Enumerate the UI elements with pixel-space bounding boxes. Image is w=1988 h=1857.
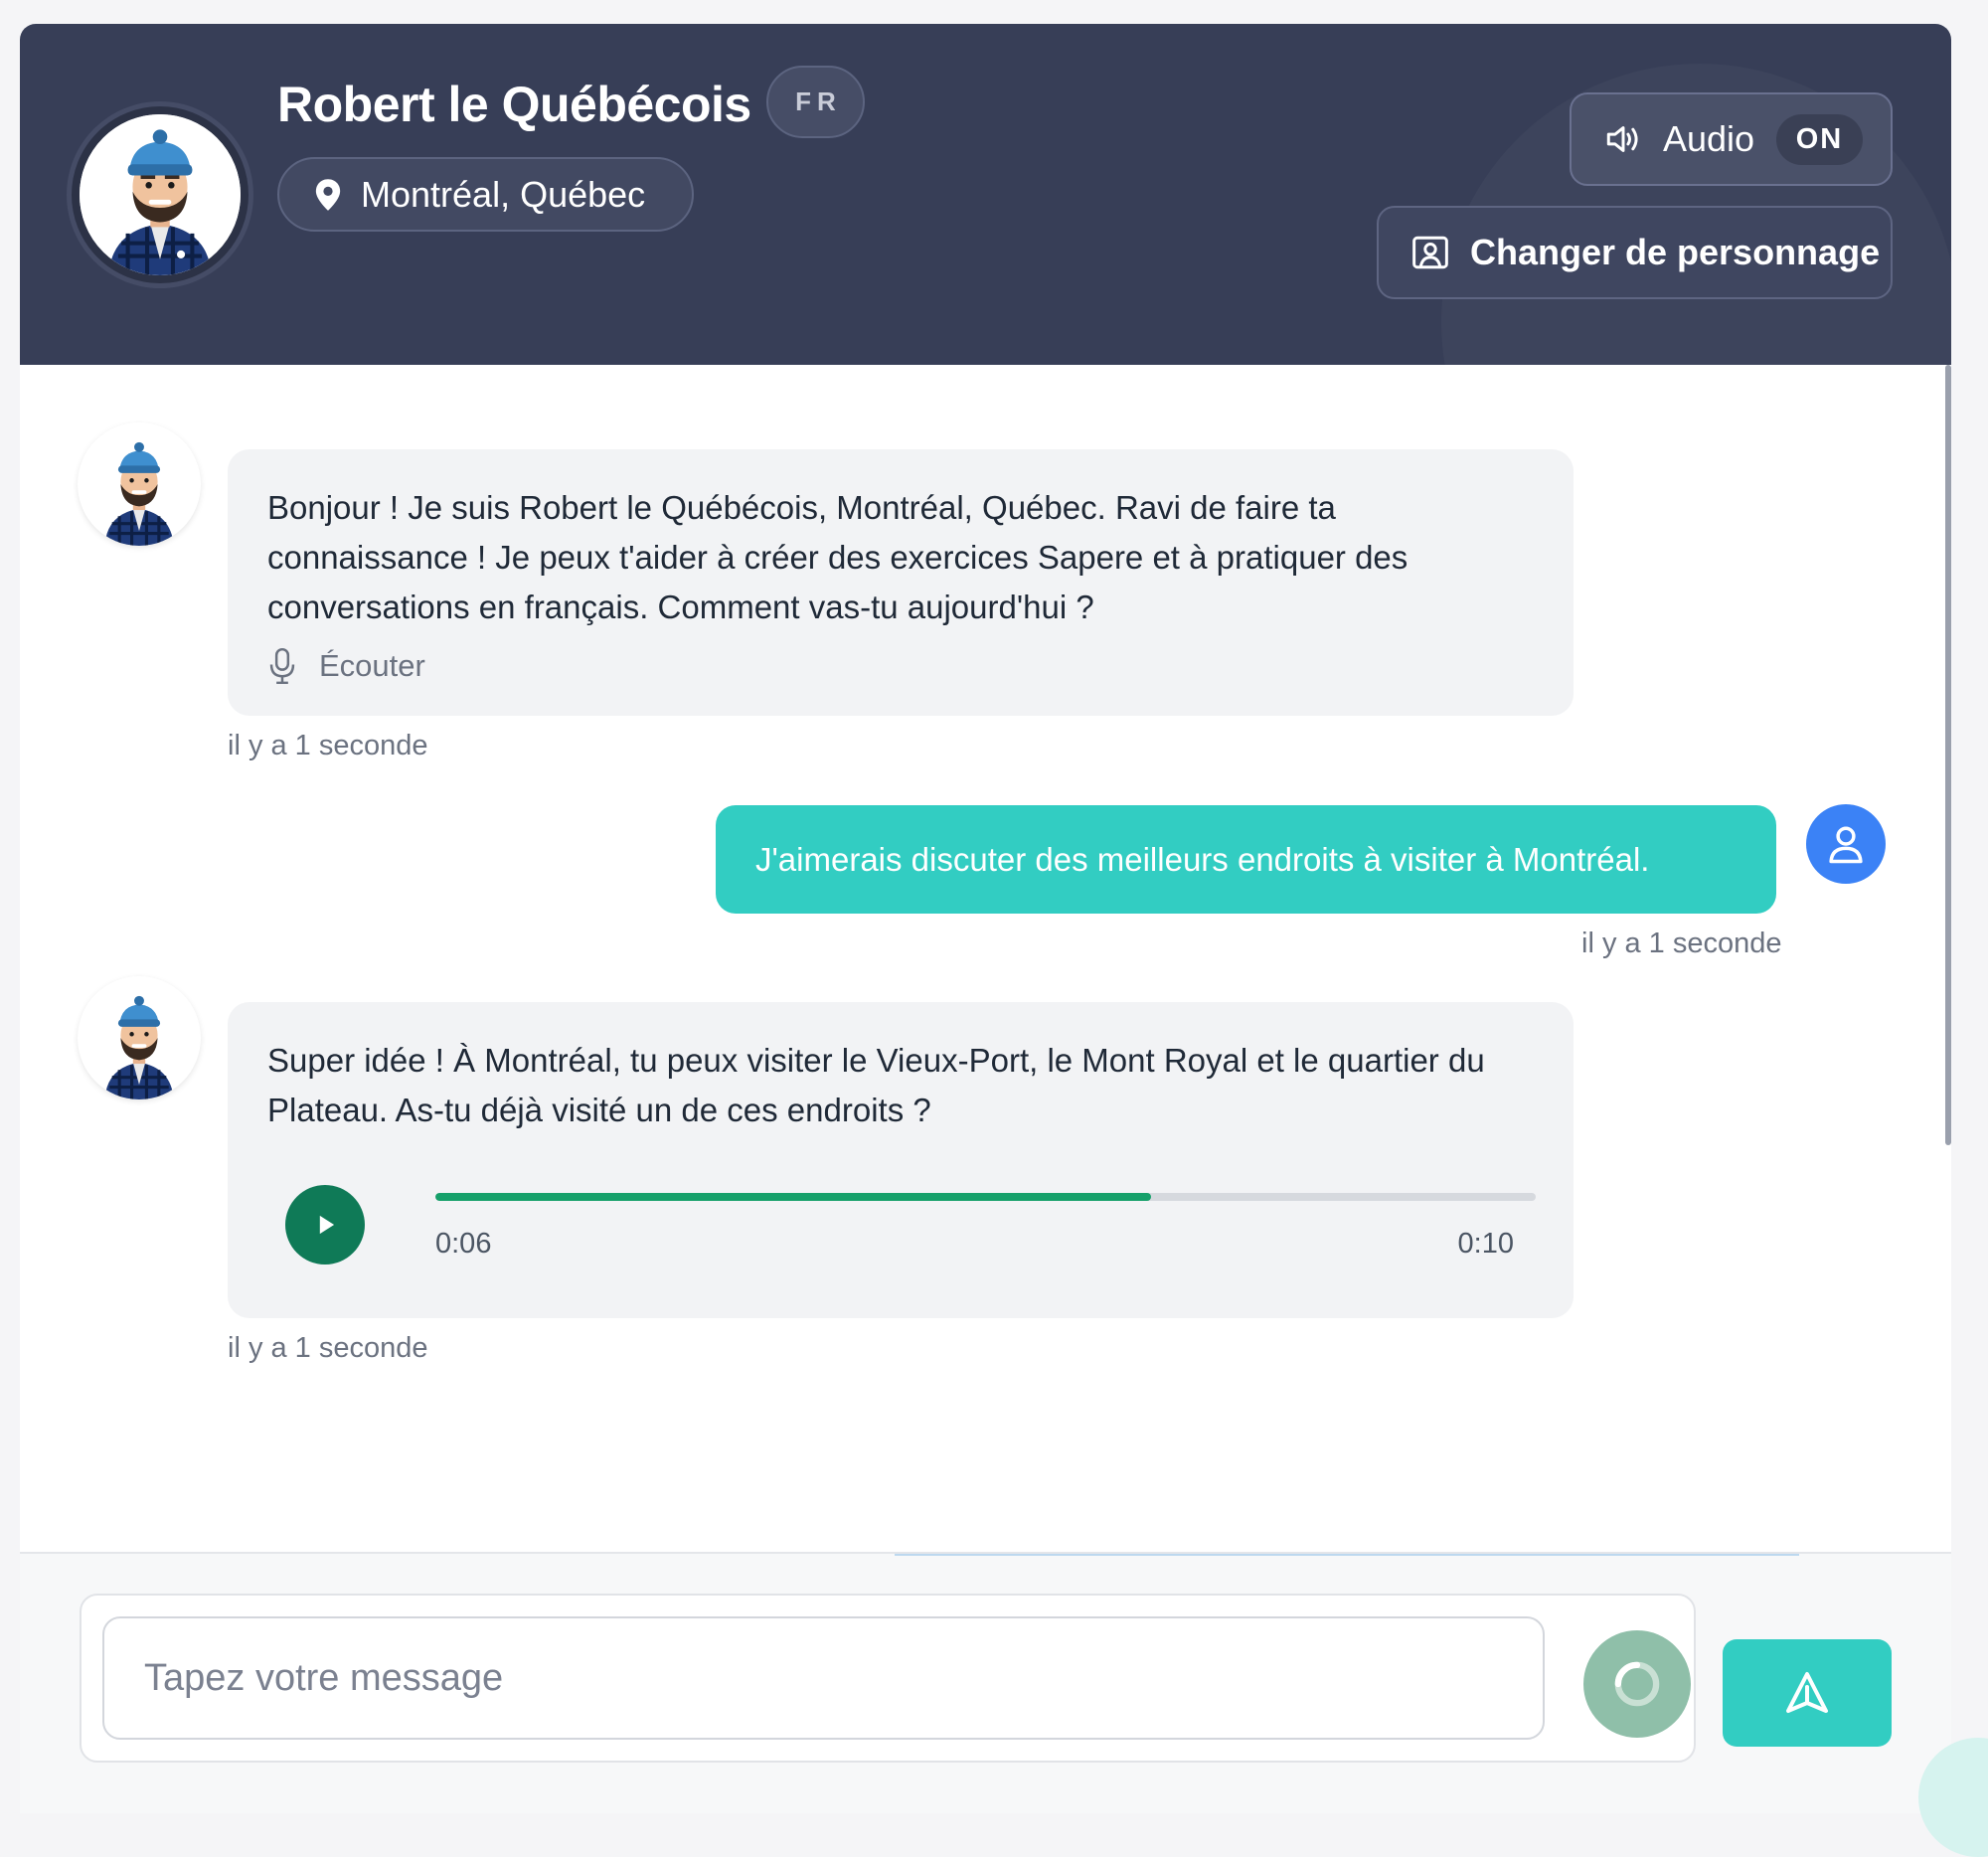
send-icon <box>1786 1672 1828 1713</box>
chat-messages[interactable]: Bonjour ! Je suis Robert le Québécois, M… <box>20 365 1951 1578</box>
listen-label: Écouter <box>319 648 425 683</box>
user-message-bubble: J'aimerais discuter des meilleurs endroi… <box>716 805 1776 914</box>
change-character-label: Changer de personnage <box>1470 232 1881 272</box>
audio-total-time: 0:10 <box>1457 1228 1514 1260</box>
audio-player: 0:06 0:10 <box>267 1177 1536 1266</box>
audio-toggle-button[interactable]: Audio ON <box>1570 92 1893 186</box>
bot-message-bubble: Bonjour ! Je suis Robert le Québécois, M… <box>228 449 1574 716</box>
character-header: Robert le Québécois FR Montréal, Québec … <box>20 24 1951 365</box>
robert-avatar-icon <box>104 441 174 546</box>
portrait-icon <box>1412 236 1448 269</box>
audio-progress-bar[interactable] <box>435 1193 1536 1201</box>
audio-state-badge: ON <box>1776 114 1863 165</box>
map-pin-icon <box>315 178 341 211</box>
message-input[interactable] <box>102 1616 1545 1740</box>
robert-avatar-icon <box>80 114 241 275</box>
bot-message-text: Super idée ! À Montréal, tu peux visiter… <box>267 1042 1485 1128</box>
send-button[interactable] <box>1723 1639 1892 1747</box>
composer-box <box>80 1594 1696 1763</box>
bot-avatar <box>78 976 201 1099</box>
chat-app: Robert le Québécois FR Montréal, Québec … <box>20 24 1951 1813</box>
bot-avatar <box>78 422 201 546</box>
location-label: Montréal, Québec <box>361 173 646 215</box>
user-avatar <box>1806 804 1886 884</box>
loading-spinner-icon <box>1614 1661 1660 1707</box>
user-message-text: J'aimerais discuter des meilleurs endroi… <box>755 840 1650 878</box>
language-badge: FR <box>766 66 865 138</box>
user-icon <box>1829 826 1863 864</box>
speaker-icon <box>1606 126 1638 152</box>
microphone-icon <box>269 647 295 685</box>
listen-button[interactable]: Écouter <box>267 646 1534 686</box>
message-timestamp: il y a 1 seconde <box>1581 928 1782 959</box>
bot-message-bubble: Super idée ! À Montréal, tu peux visiter… <box>228 1002 1574 1318</box>
footer-divider <box>895 1554 1799 1556</box>
play-button[interactable] <box>285 1185 365 1265</box>
play-icon <box>319 1215 335 1235</box>
audio-label: Audio <box>1663 118 1755 159</box>
bot-message-text: Bonjour ! Je suis Robert le Québécois, M… <box>267 489 1408 625</box>
change-character-button[interactable]: Changer de personnage <box>1377 206 1893 299</box>
location-pill: Montréal, Québec <box>277 157 694 232</box>
chat-scrollbar[interactable] <box>1945 365 1951 1145</box>
character-avatar <box>72 106 248 283</box>
composer-area <box>20 1552 1951 1813</box>
audio-current-time: 0:06 <box>435 1228 492 1260</box>
audio-progress-fill <box>435 1193 1151 1201</box>
message-timestamp: il y a 1 seconde <box>228 730 428 761</box>
message-timestamp: il y a 1 seconde <box>228 1332 428 1364</box>
robert-avatar-icon <box>104 995 174 1099</box>
voice-record-button[interactable] <box>1583 1630 1691 1738</box>
character-name: Robert le Québécois <box>277 77 751 132</box>
